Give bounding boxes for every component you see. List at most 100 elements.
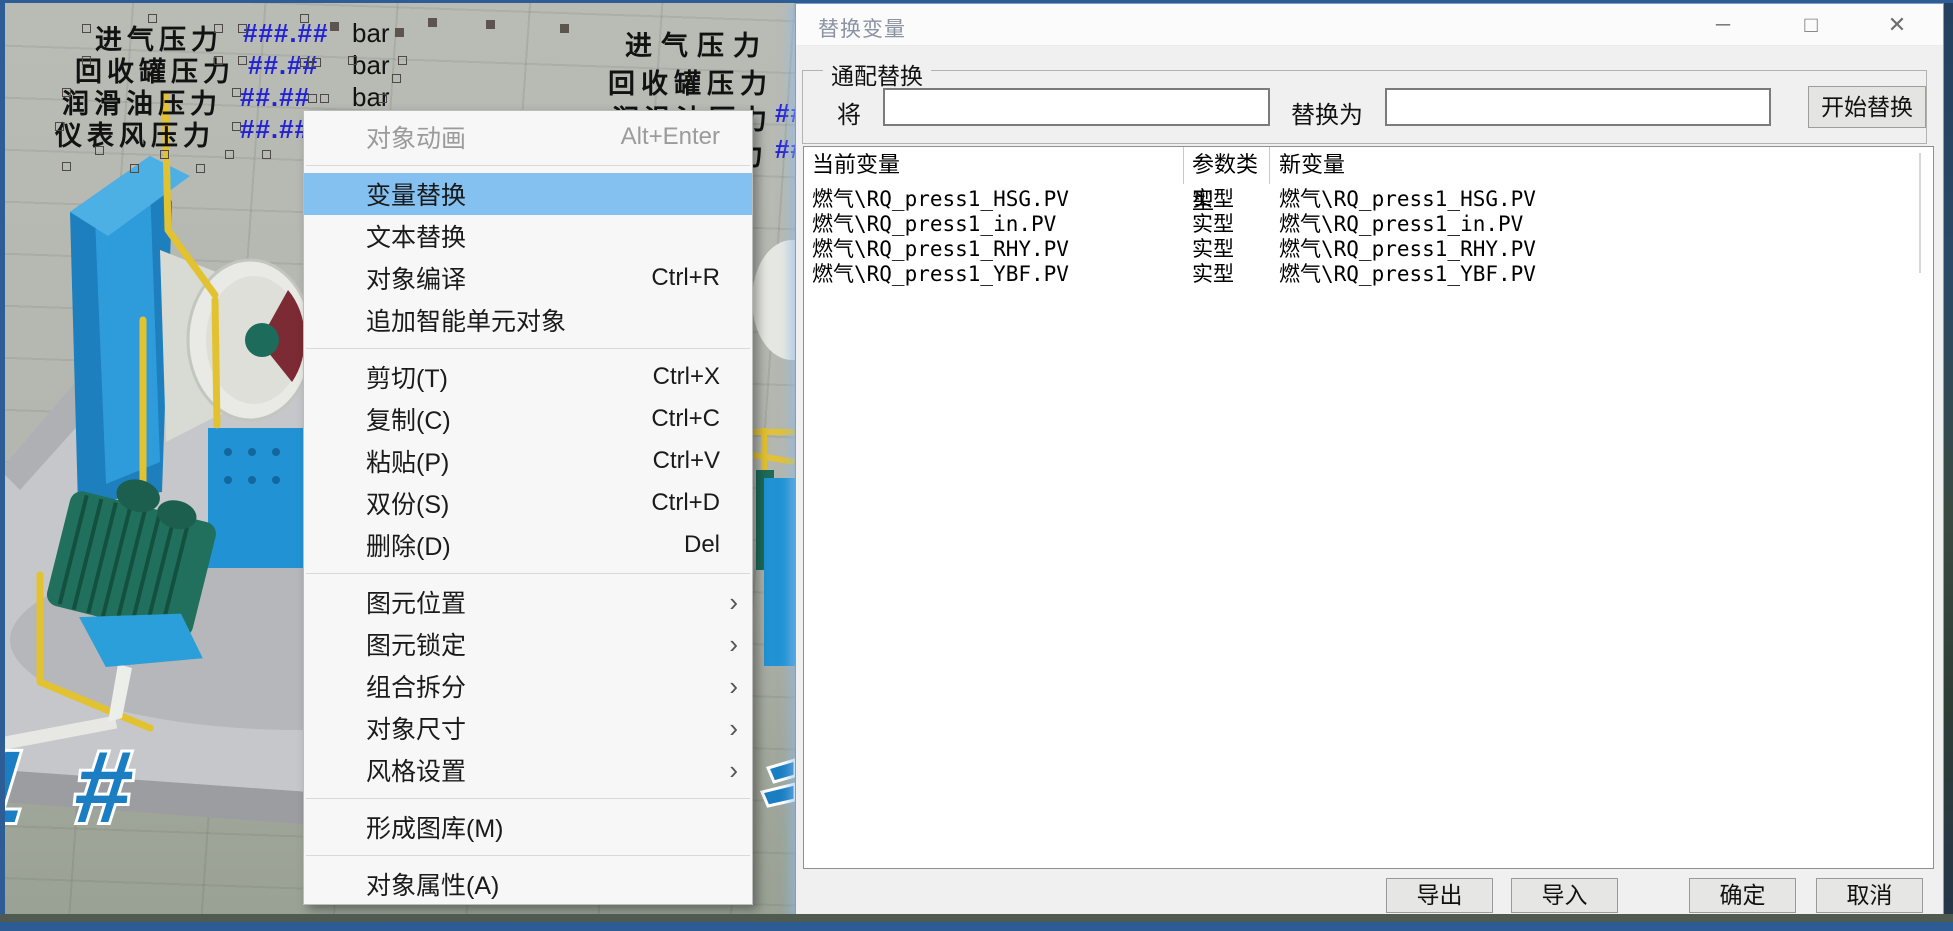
menu-item-delete[interactable]: 删除(D) Del: [304, 524, 752, 566]
menu-item-duplicate[interactable]: 双份(S) Ctrl+D: [304, 482, 752, 524]
menu-item-append-smart-unit-object[interactable]: 追加智能单元对象: [304, 299, 752, 341]
to-input[interactable]: [1385, 88, 1771, 126]
selection-handle[interactable]: [300, 14, 309, 23]
menu-separator: [306, 348, 750, 349]
pressure-label[interactable]: 进气压力: [625, 24, 769, 63]
compressor-unit[interactable]: [208, 428, 308, 568]
selection-handle[interactable]: [308, 94, 317, 103]
column-header-current-variable[interactable]: 当前变量: [812, 147, 1184, 184]
selection-handle[interactable]: [82, 56, 91, 65]
selection-handle[interactable]: [330, 22, 339, 31]
menu-item-variable-replace[interactable]: 变量替换: [304, 173, 752, 215]
selection-handle[interactable]: [238, 24, 247, 33]
selection-handle[interactable]: [196, 164, 205, 173]
ok-button[interactable]: 确定: [1689, 878, 1796, 913]
minimize-icon[interactable]: ─: [1692, 4, 1754, 46]
table-row[interactable]: 燃气\RQ_press1_HSG.PV 实型 燃气\RQ_press1_HSG.…: [804, 187, 1933, 212]
selection-handle[interactable]: [428, 18, 437, 27]
selection-handle[interactable]: [312, 58, 321, 67]
menu-separator: [306, 165, 750, 166]
submenu-arrow-icon: ›: [729, 715, 738, 741]
menu-item-cut[interactable]: 剪切(T) Ctrl+X: [304, 356, 752, 398]
pressure-label[interactable]: 回收罐压力: [608, 62, 773, 101]
menu-item-style-settings[interactable]: 风格设置 ›: [304, 749, 752, 791]
selection-handle[interactable]: [232, 122, 241, 131]
selection-handle[interactable]: [95, 146, 104, 155]
selection-handle[interactable]: [148, 14, 157, 23]
pressure-value[interactable]: ##.##: [775, 98, 795, 129]
cancel-button[interactable]: 取消: [1816, 878, 1923, 913]
selection-handle[interactable]: [378, 94, 387, 103]
menu-item-object-animation[interactable]: 对象动画 Alt+Enter: [304, 116, 752, 158]
column-header-parameter-type[interactable]: 参数类型: [1185, 147, 1270, 184]
menu-item-text-replace[interactable]: 文本替换: [304, 215, 752, 257]
menu-item-copy[interactable]: 复制(C) Ctrl+C: [304, 398, 752, 440]
selection-handle[interactable]: [262, 150, 271, 159]
pressure-value[interactable]: ##.##: [775, 134, 795, 165]
to-label: 替换为: [1291, 95, 1363, 130]
selection-handle[interactable]: [55, 122, 64, 131]
export-button[interactable]: 导出: [1386, 878, 1493, 913]
window-frame-bottom-inner: [0, 914, 1953, 922]
menu-item-element-position[interactable]: 图元位置 ›: [304, 581, 752, 623]
screen: 1 # 进气压力 ###.## bar 回收罐压力 ##.## bar: [0, 0, 1953, 931]
dialog-title: 替换变量: [818, 13, 906, 43]
pressure-value[interactable]: ##.##: [240, 82, 310, 113]
from-input[interactable]: [883, 88, 1270, 126]
window-frame-bottom: [0, 922, 1953, 931]
selection-handle[interactable]: [560, 24, 569, 33]
submenu-arrow-icon: ›: [729, 673, 738, 699]
selection-handle[interactable]: [160, 150, 169, 159]
current-variable-cell: 燃气\RQ_press1_in.PV: [812, 212, 1056, 237]
menu-item-group-ungroup[interactable]: 组合拆分 ›: [304, 665, 752, 707]
menu-item-object-properties[interactable]: 对象属性(A): [304, 863, 752, 905]
selection-handle[interactable]: [320, 94, 329, 103]
menu-item-object-compile[interactable]: 对象编译 Ctrl+R: [304, 257, 752, 299]
selection-handle[interactable]: [348, 56, 357, 65]
selection-handle[interactable]: [214, 56, 223, 65]
new-variable-cell: 燃气\RQ_press1_in.PV: [1279, 212, 1523, 237]
parameter-type-cell: 实型: [1192, 237, 1234, 262]
variable-table[interactable]: 当前变量 参数类型 新变量 燃气\RQ_press1_HSG.PV 实型 燃气\…: [803, 146, 1934, 869]
pressure-value[interactable]: ###.##: [243, 18, 329, 49]
menu-item-element-lock[interactable]: 图元锁定 ›: [304, 623, 752, 665]
menu-item-paste[interactable]: 粘贴(P) Ctrl+V: [304, 440, 752, 482]
pressure-unit: bar: [352, 50, 390, 81]
maximize-icon[interactable]: □: [1780, 4, 1842, 46]
import-button[interactable]: 导入: [1511, 878, 1618, 913]
wildcard-replace-group: 通配替换 将 替换为 开始替换: [802, 70, 1927, 144]
selection-handle[interactable]: [486, 20, 495, 29]
column-header-new-variable[interactable]: 新变量: [1271, 147, 1571, 184]
pressure-label[interactable]: 仪表风压力: [55, 114, 215, 153]
window-frame-top: [0, 0, 1953, 3]
table-row[interactable]: 燃气\RQ_press1_in.PV 实型 燃气\RQ_press1_in.PV: [804, 212, 1933, 237]
table-row[interactable]: 燃气\RQ_press1_YBF.PV 实型 燃气\RQ_press1_YBF.…: [804, 262, 1933, 287]
window-frame-left: [0, 0, 5, 931]
submenu-arrow-icon: ›: [729, 631, 738, 657]
dialog-titlebar[interactable]: 替换变量 ─ □ ✕: [796, 4, 1943, 46]
selection-handle[interactable]: [392, 74, 401, 83]
selection-handle[interactable]: [232, 88, 241, 97]
start-replace-button[interactable]: 开始替换: [1808, 86, 1926, 128]
parameter-type-cell: 实型: [1192, 212, 1234, 237]
menu-separator: [306, 573, 750, 574]
selection-handle[interactable]: [398, 56, 407, 65]
selection-handle[interactable]: [130, 164, 139, 173]
new-variable-cell: 燃气\RQ_press1_RHY.PV: [1279, 237, 1536, 262]
selection-handle[interactable]: [62, 88, 71, 97]
menu-item-create-library[interactable]: 形成图库(M): [304, 806, 752, 848]
selection-handle[interactable]: [300, 58, 309, 67]
current-variable-cell: 燃气\RQ_press1_HSG.PV: [812, 187, 1069, 212]
pressure-value[interactable]: ##.##: [240, 114, 310, 145]
selection-handle[interactable]: [225, 150, 234, 159]
selection-handle[interactable]: [214, 24, 223, 33]
table-row[interactable]: 燃气\RQ_press1_RHY.PV 实型 燃气\RQ_press1_RHY.…: [804, 237, 1933, 262]
selection-handle[interactable]: [62, 162, 71, 171]
menu-item-object-size[interactable]: 对象尺寸 ›: [304, 707, 752, 749]
selection-handle[interactable]: [82, 24, 91, 33]
selection-handle[interactable]: [238, 56, 247, 65]
selection-handle[interactable]: [395, 28, 404, 37]
desktop-background-strip: [1944, 0, 1953, 931]
close-icon[interactable]: ✕: [1866, 4, 1928, 46]
unit-number-label[interactable]: 1 #: [0, 729, 147, 844]
